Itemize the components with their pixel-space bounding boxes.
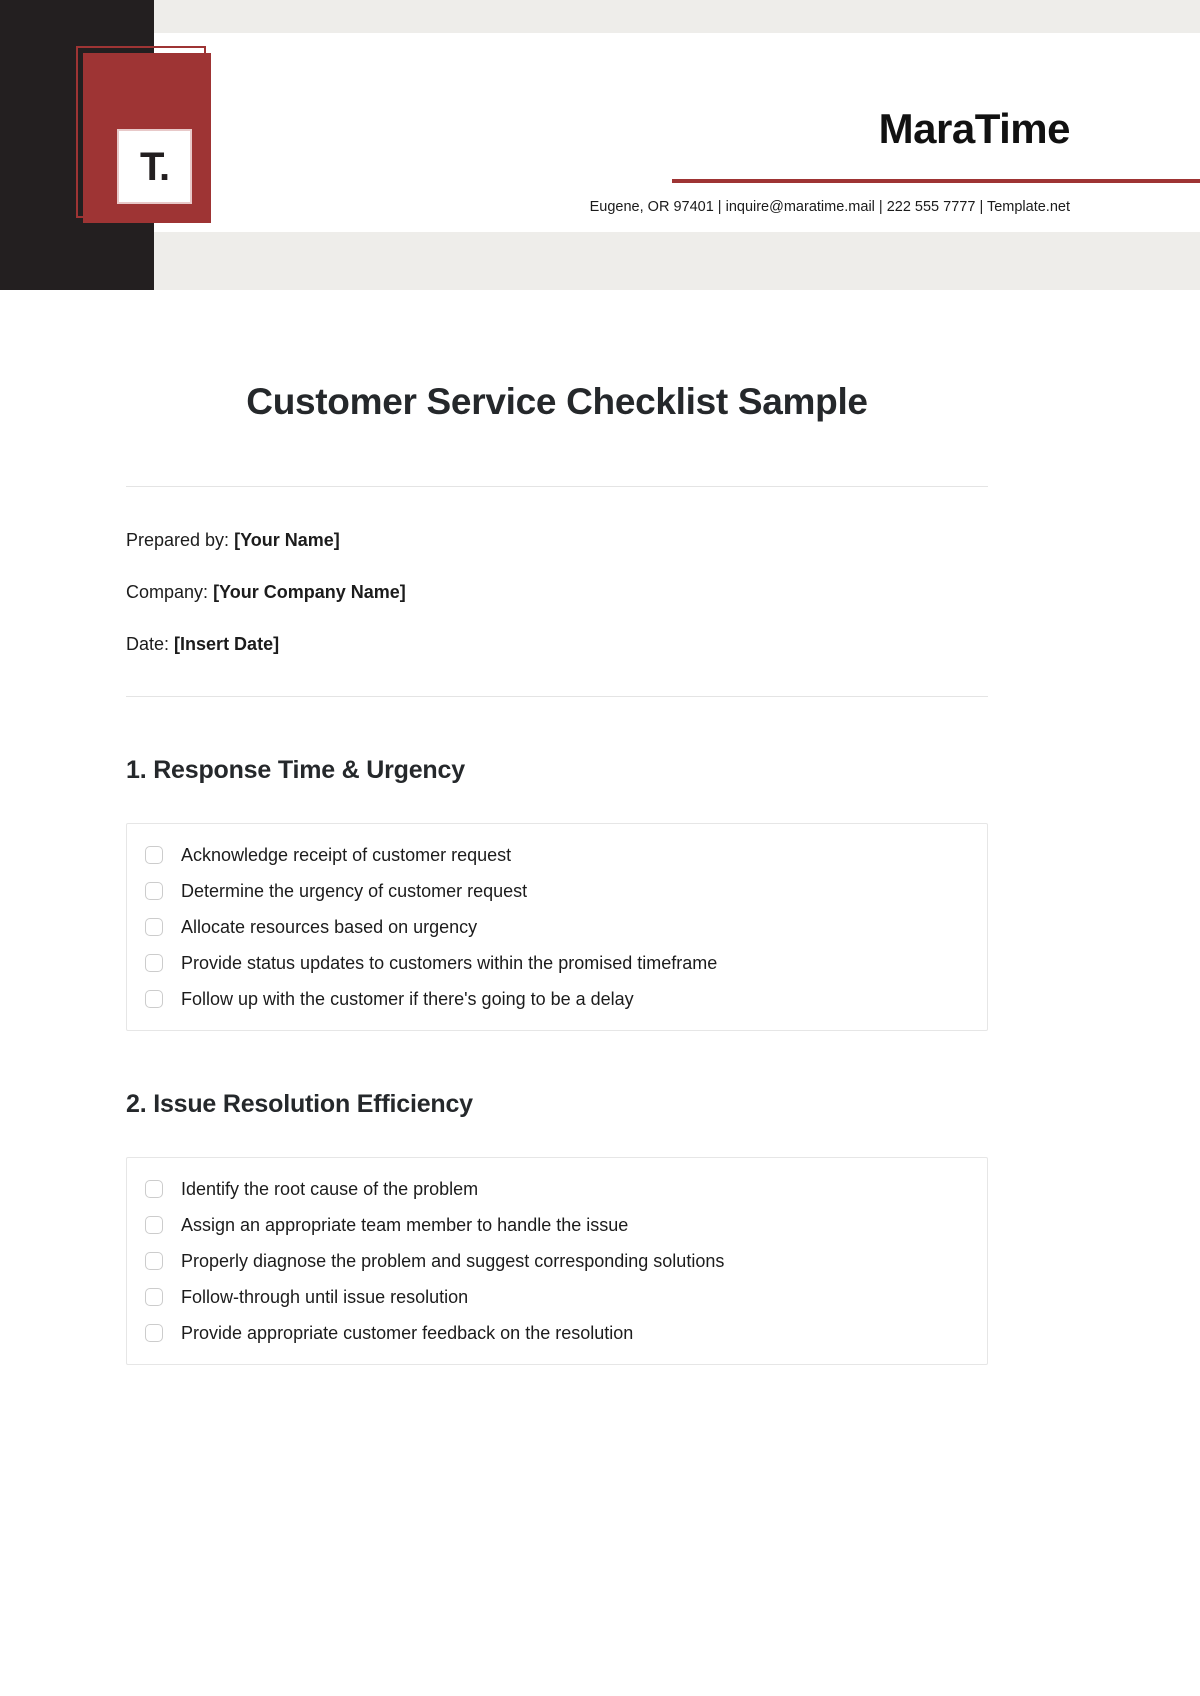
checkbox-icon[interactable]	[145, 1288, 163, 1307]
metadata-label: Prepared by:	[126, 530, 230, 551]
metadata-row-prepared-by: Prepared by: [Your Name]	[126, 531, 988, 549]
brand-name: MaraTime	[878, 105, 1071, 152]
logo-monogram-icon: T.	[139, 144, 170, 189]
metadata-value[interactable]: [Insert Date]	[174, 634, 279, 654]
checklist-item-label: Acknowledge receipt of customer request	[181, 845, 512, 866]
page-title: Customer Service Checklist Sample	[246, 381, 868, 422]
checklist-item-label: Properly diagnose the problem and sugges…	[181, 1251, 725, 1272]
checklist-item[interactable]: Provide appropriate customer feedback on…	[127, 1315, 987, 1351]
checklist-group: Identify the root cause of the problem A…	[126, 1157, 988, 1366]
checklist-item[interactable]: Identify the root cause of the problem	[127, 1171, 987, 1207]
logo-fill: T.	[83, 53, 211, 223]
letterhead: T. MaraTime Eugene, OR 97401 | inquire@m…	[0, 0, 1200, 290]
metadata-list: Prepared by: [Your Name] Company: [Your …	[126, 531, 988, 653]
metadata-label: Date:	[126, 634, 170, 655]
checkbox-icon[interactable]	[145, 918, 163, 937]
checkbox-icon[interactable]	[145, 882, 163, 901]
checklist-item[interactable]: Provide status updates to customers with…	[127, 945, 987, 981]
checkbox-icon[interactable]	[145, 1324, 163, 1343]
section-response-time: 1. Response Time & Urgency Acknowledge r…	[126, 755, 988, 1032]
divider-meta	[126, 696, 988, 698]
checklist-item-label: Follow up with the customer if there's g…	[181, 989, 634, 1010]
checklist-item[interactable]: Allocate resources based on urgency	[127, 909, 987, 945]
checklist-item-label: Determine the urgency of customer reques…	[181, 881, 528, 902]
checkbox-icon[interactable]	[145, 1180, 163, 1199]
header-band-bottom	[154, 232, 1200, 290]
metadata-value[interactable]: [Your Company Name]	[213, 582, 406, 602]
divider-top	[126, 486, 988, 488]
metadata-value[interactable]: [Your Name]	[234, 530, 340, 550]
checkbox-icon[interactable]	[145, 990, 163, 1009]
section-heading: 1. Response Time & Urgency	[126, 756, 465, 785]
checklist-item-label: Assign an appropriate team member to han…	[181, 1215, 629, 1236]
checklist-item-label: Identify the root cause of the problem	[181, 1179, 479, 1200]
checkbox-icon[interactable]	[145, 1216, 163, 1235]
checklist-item-label: Provide appropriate customer feedback on…	[181, 1323, 634, 1344]
metadata-row-company: Company: [Your Company Name]	[126, 583, 988, 601]
header-band-top	[154, 0, 1200, 33]
section-heading: 2. Issue Resolution Efficiency	[126, 1090, 473, 1119]
checklist-item[interactable]: Acknowledge receipt of customer request	[127, 837, 987, 873]
brand-underline	[672, 179, 1200, 183]
company-logo: T.	[76, 46, 212, 224]
checklist-item[interactable]: Follow up with the customer if there's g…	[127, 981, 987, 1017]
checkbox-icon[interactable]	[145, 1252, 163, 1271]
checklist-item-label: Allocate resources based on urgency	[181, 917, 478, 938]
checklist-item-label: Follow-through until issue resolution	[181, 1287, 469, 1308]
checkbox-icon[interactable]	[145, 846, 163, 865]
checklist-item[interactable]: Follow-through until issue resolution	[127, 1279, 987, 1315]
brand-contact-line: Eugene, OR 97401 | inquire@maratime.mail…	[589, 199, 1070, 215]
document-body: Customer Service Checklist Sample Prepar…	[126, 340, 988, 1366]
checklist-group: Acknowledge receipt of customer request …	[126, 823, 988, 1032]
document-page: T. MaraTime Eugene, OR 97401 | inquire@m…	[0, 0, 1200, 1696]
checklist-item[interactable]: Assign an appropriate team member to han…	[127, 1207, 987, 1243]
logo-inner-frame: T.	[117, 129, 192, 204]
metadata-row-date: Date: [Insert Date]	[126, 635, 988, 653]
checklist-item[interactable]: Determine the urgency of customer reques…	[127, 873, 987, 909]
section-issue-resolution: 2. Issue Resolution Efficiency Identify …	[126, 1089, 988, 1366]
checkbox-icon[interactable]	[145, 954, 163, 973]
checklist-item[interactable]: Properly diagnose the problem and sugges…	[127, 1243, 987, 1279]
checklist-item-label: Provide status updates to customers with…	[181, 953, 718, 974]
metadata-label: Company:	[126, 582, 209, 603]
